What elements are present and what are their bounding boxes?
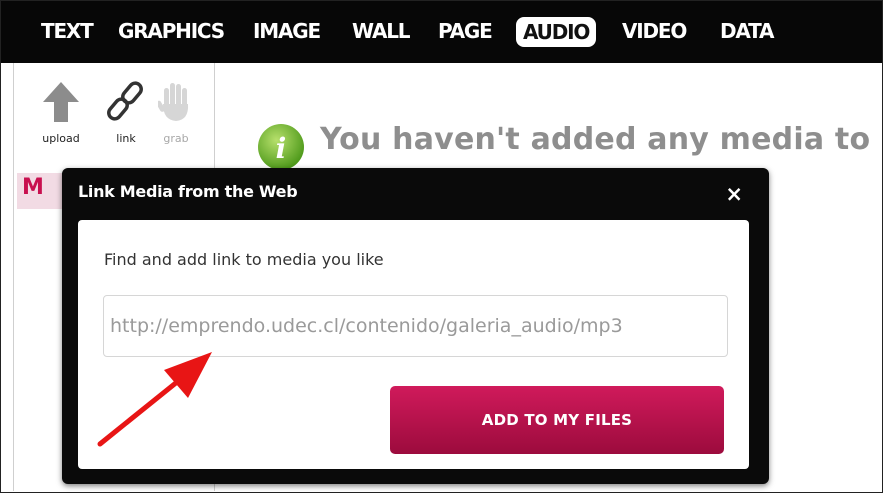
link-tool[interactable]: link (103, 78, 149, 145)
empty-media-message: You haven't added any media to (320, 122, 871, 157)
hand-grab-icon (156, 83, 189, 121)
upload-tool[interactable]: upload (38, 80, 84, 145)
grab-label: grab (163, 132, 189, 145)
chain-link-icon (107, 81, 143, 121)
close-icon[interactable]: × (725, 184, 743, 205)
nav-item-video[interactable]: VIDEO (622, 15, 687, 47)
link-label: link (116, 132, 136, 145)
nav-item-wall[interactable]: WALL (352, 15, 411, 47)
media-tab-letter: M (22, 175, 44, 200)
upload-label: upload (42, 132, 80, 145)
nav-item-page[interactable]: PAGE (438, 15, 493, 47)
modal-title: Link Media from the Web (78, 182, 298, 201)
nav-item-text[interactable]: TEXT (41, 15, 94, 47)
nav-item-image[interactable]: IMAGE (253, 15, 321, 47)
info-icon: i (258, 124, 304, 170)
nav-item-graphics[interactable]: GRAPHICS (118, 15, 225, 47)
media-tab[interactable]: M (17, 173, 67, 209)
top-nav: TEXT GRAPHICS IMAGE WALL PAGE AUDIO VIDE… (1, 1, 882, 63)
upload-arrow-icon (43, 82, 79, 122)
red-arrow-annotation (97, 352, 212, 447)
add-to-my-files-button[interactable]: ADD TO MY FILES (390, 386, 724, 454)
grab-tool[interactable]: grab (153, 80, 199, 145)
nav-item-data[interactable]: DATA (720, 15, 775, 47)
svg-text:i: i (276, 132, 287, 165)
nav-item-audio[interactable]: AUDIO (516, 17, 597, 47)
modal-instruction: Find and add link to media you like (104, 250, 384, 269)
